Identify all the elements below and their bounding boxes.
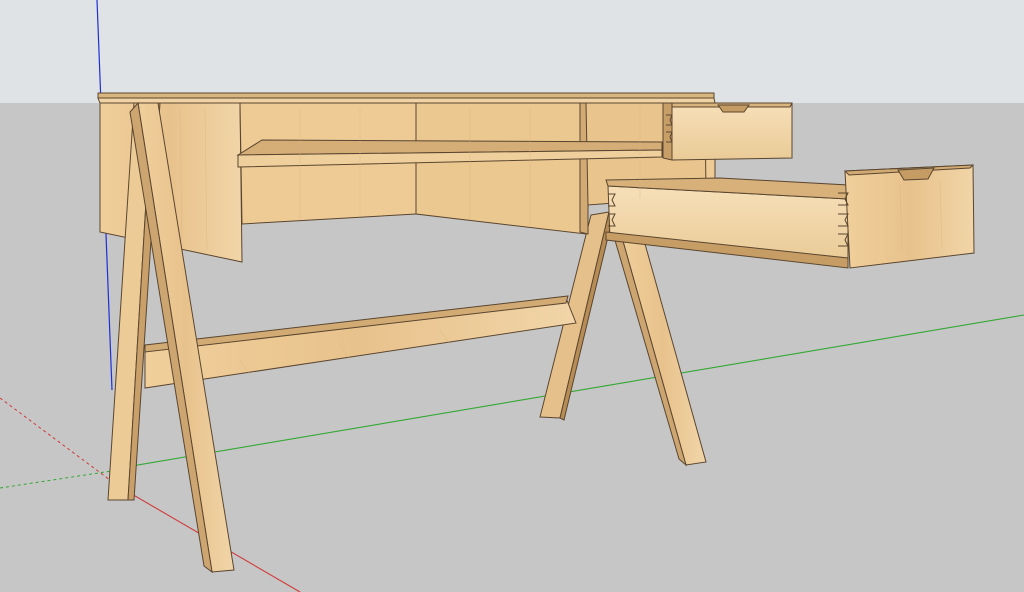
desk-top-surface[interactable] bbox=[97, 92, 715, 99]
upper-drawer-handle-notch[interactable] bbox=[717, 104, 750, 113]
lower-drawer-handle-notch[interactable] bbox=[897, 167, 935, 181]
center-divider[interactable] bbox=[415, 102, 587, 235]
desk-top-front-edge bbox=[97, 97, 716, 104]
modeling-viewport[interactable] bbox=[0, 0, 1024, 592]
lower-drawer-front[interactable] bbox=[844, 164, 975, 269]
sky-background bbox=[0, 0, 1024, 103]
3d-scene[interactable] bbox=[0, 0, 1024, 592]
